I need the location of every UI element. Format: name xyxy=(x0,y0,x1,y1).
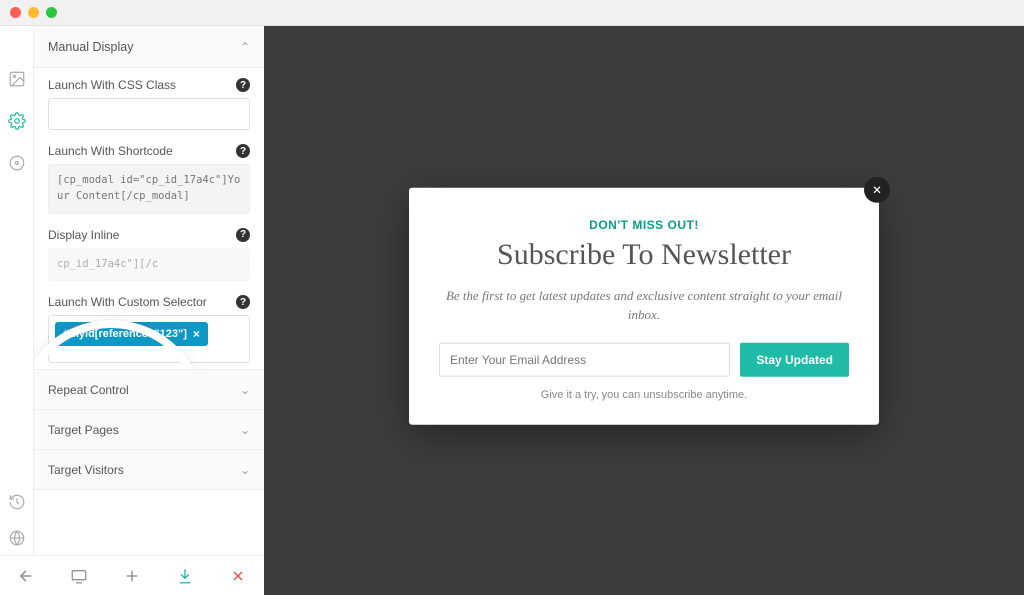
desktop-icon[interactable] xyxy=(69,566,89,586)
section-title: Repeat Control xyxy=(48,383,129,397)
help-icon[interactable]: ? xyxy=(236,78,250,92)
subscribe-button[interactable]: Stay Updated xyxy=(740,342,849,376)
preview-canvas: DON'T MISS OUT! Subscribe To Newsletter … xyxy=(264,26,1024,595)
section-repeat-control[interactable]: Repeat Control ⌄ xyxy=(34,370,264,410)
newsletter-modal: DON'T MISS OUT! Subscribe To Newsletter … xyxy=(409,187,879,424)
remove-tag-icon[interactable]: × xyxy=(193,327,200,341)
history-icon[interactable] xyxy=(8,493,26,511)
traffic-light-zoom[interactable] xyxy=(46,7,57,18)
help-icon[interactable]: ? xyxy=(236,144,250,158)
label-launch-css-class: Launch With CSS Class xyxy=(48,78,176,92)
gear-icon[interactable] xyxy=(8,112,26,130)
modal-footnote: Give it a try, you can unsubscribe anyti… xyxy=(439,388,849,400)
section-title: Target Visitors xyxy=(48,463,124,477)
modal-kicker: DON'T MISS OUT! xyxy=(439,217,849,231)
chevron-down-icon: ⌄ xyxy=(240,383,250,397)
traffic-light-close[interactable] xyxy=(10,7,21,18)
target-icon[interactable] xyxy=(8,154,26,172)
bottom-toolbar xyxy=(0,555,264,595)
chevron-up-icon: ⌃ xyxy=(240,40,250,54)
email-field[interactable] xyxy=(439,342,730,376)
settings-sidebar: Manual Display ⌃ Launch With CSS Class ?… xyxy=(34,26,264,595)
selector-tag[interactable]: #myid[reference="123"] × xyxy=(55,322,208,346)
window-titlebar xyxy=(0,0,1024,26)
custom-selector-input[interactable]: #myid[reference="123"] × xyxy=(48,315,250,363)
panel-body: Launch With CSS Class ? Launch With Shor… xyxy=(34,68,264,369)
chevron-down-icon: ⌄ xyxy=(240,463,250,477)
modal-subtitle: Be the first to get latest updates and e… xyxy=(439,285,849,324)
download-icon[interactable] xyxy=(175,566,195,586)
shortcode-box[interactable]: [cp_modal id="cp_id_17a4c"]Your Content[… xyxy=(48,164,250,214)
label-launch-custom-selector: Launch With Custom Selector xyxy=(48,295,207,309)
image-icon[interactable] xyxy=(8,70,26,88)
section-title: Target Pages xyxy=(48,423,119,437)
label-launch-shortcode: Launch With Shortcode xyxy=(48,144,173,158)
back-icon[interactable] xyxy=(16,566,36,586)
inline-code-box[interactable]: cp_id_17a4c"][/c xyxy=(48,248,250,282)
icon-rail xyxy=(0,26,34,595)
section-title: Manual Display xyxy=(48,40,133,54)
modal-close-button[interactable] xyxy=(864,176,890,202)
selector-tag-label: #myid[reference="123"] xyxy=(63,328,187,340)
close-icon[interactable] xyxy=(228,566,248,586)
label-display-inline: Display Inline xyxy=(48,228,119,242)
chevron-down-icon: ⌄ xyxy=(240,423,250,437)
traffic-light-minimize[interactable] xyxy=(28,7,39,18)
add-icon[interactable] xyxy=(122,566,142,586)
section-target-pages[interactable]: Target Pages ⌄ xyxy=(34,410,264,450)
help-icon[interactable]: ? xyxy=(236,228,250,242)
css-class-input[interactable] xyxy=(48,98,250,130)
help-icon[interactable]: ? xyxy=(236,295,250,309)
globe-icon[interactable] xyxy=(8,529,26,547)
section-manual-display[interactable]: Manual Display ⌃ xyxy=(34,26,264,68)
section-target-visitors[interactable]: Target Visitors ⌄ xyxy=(34,450,264,490)
modal-title: Subscribe To Newsletter xyxy=(439,237,849,271)
